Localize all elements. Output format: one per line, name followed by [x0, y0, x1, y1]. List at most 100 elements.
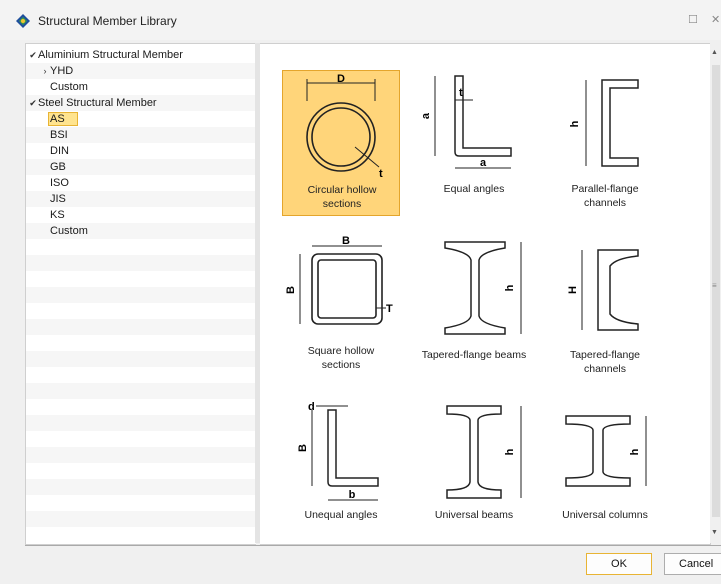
section-caption: channels	[583, 197, 627, 209]
tree-row-empty	[26, 383, 256, 399]
tree-item[interactable]: GB	[26, 159, 256, 175]
dim-label: h	[504, 284, 516, 291]
dim-label: a	[480, 157, 487, 169]
window-title: Structural Member Library	[38, 14, 177, 28]
tree-item-label: JIS	[50, 193, 66, 205]
vertical-scrollbar[interactable]: ▲ ≡ ▼	[710, 43, 721, 543]
section-caption: channels	[583, 363, 627, 375]
dim-label: B	[285, 286, 297, 294]
section-caption: Tapered-flange	[569, 349, 641, 361]
dim-label: d	[308, 401, 315, 413]
tree-item[interactable]: DIN	[26, 143, 256, 159]
section-tile-equal-angles[interactable]: a t a Equal angles	[415, 70, 533, 216]
tree-selection-highlight: AS	[48, 112, 78, 126]
tree-row-empty	[26, 511, 256, 527]
dim-label: D	[337, 73, 345, 85]
tree-row-empty	[26, 527, 256, 543]
dim-label: t	[379, 168, 383, 180]
scroll-grip-icon: ≡	[712, 281, 717, 290]
restore-button[interactable]: ☐	[688, 13, 698, 26]
tree-row-empty	[26, 367, 256, 383]
close-button[interactable]: ✕	[711, 13, 720, 26]
tree-item[interactable]: ✔ Steel Structural Member	[26, 95, 256, 111]
tree-item[interactable]: ISO	[26, 175, 256, 191]
chevron-right-icon[interactable]: ›	[40, 63, 50, 79]
scroll-thumb[interactable]	[712, 65, 720, 517]
tree-row-empty	[26, 287, 256, 303]
section-tile-circular-hollow[interactable]: D t Circular hollow sections	[282, 70, 400, 216]
tree-row-empty	[26, 319, 256, 335]
dim-label: B	[342, 235, 350, 247]
section-caption: Square hollow	[307, 345, 375, 357]
tree-row-empty	[26, 351, 256, 367]
tree-item-label: GB	[50, 161, 66, 173]
section-tile-square-hollow[interactable]: B B T Square hollow sections	[282, 232, 400, 378]
dim-label: T	[386, 303, 393, 315]
tree-row-empty	[26, 303, 256, 319]
tree-item[interactable]: AS	[26, 111, 256, 127]
tree-row-empty	[26, 239, 256, 255]
tree-item-label: YHD	[50, 65, 74, 77]
tree-row-empty	[26, 463, 256, 479]
section-tile-unequal-angles[interactable]: d B b Unequal angles	[282, 396, 400, 542]
tree-item-label: Steel Structural Member	[38, 97, 157, 109]
tree-row-empty	[26, 255, 256, 271]
tree-row-empty	[26, 415, 256, 431]
footer-divider	[25, 545, 721, 546]
tree-item-label: KS	[50, 209, 65, 221]
tree-item-label: AS	[48, 111, 78, 127]
section-tile-universal-columns[interactable]: h Universal columns	[546, 396, 664, 542]
dim-label: h	[569, 120, 581, 127]
tree-item[interactable]: Custom	[26, 79, 256, 95]
tree-row-empty	[26, 479, 256, 495]
chevron-down-icon[interactable]: ✔	[28, 95, 38, 111]
scroll-up-icon[interactable]: ▲	[711, 49, 718, 56]
dim-label: H	[567, 286, 579, 294]
section-caption: Equal angles	[443, 183, 505, 195]
dim-label: b	[349, 489, 356, 501]
section-tile-tapered-channels[interactable]: H Tapered-flange channels	[546, 232, 664, 378]
tree-item-label: BSI	[50, 129, 68, 141]
tree-item[interactable]: Custom	[26, 223, 256, 239]
section-caption: Unequal angles	[304, 509, 378, 521]
section-caption: Universal columns	[562, 509, 648, 521]
tree-item[interactable]: ✔ Aluminium Structural Member	[26, 47, 256, 63]
tree-item[interactable]: JIS	[26, 191, 256, 207]
section-caption: sections	[322, 198, 362, 210]
dim-label: a	[420, 112, 432, 119]
tree-row-empty	[26, 271, 256, 287]
chevron-down-icon[interactable]: ✔	[28, 47, 38, 63]
tree-item-label: Custom	[50, 225, 88, 237]
tree-item-label: ISO	[50, 177, 69, 189]
section-tile-parallel-flange[interactable]: h Parallel-flange channels	[546, 70, 664, 216]
tree-item-label: Aluminium Structural Member	[38, 49, 183, 61]
section-tile-universal-beams[interactable]: h Universal beams	[415, 396, 533, 542]
dim-label: B	[297, 444, 309, 452]
section-caption: Circular hollow	[307, 184, 377, 196]
dim-label: h	[504, 448, 516, 455]
ok-button[interactable]: OK	[586, 553, 652, 575]
tree-item-label: DIN	[50, 145, 69, 157]
dim-label: h	[629, 448, 641, 455]
tree-row-empty	[26, 447, 256, 463]
tree-item-label: Custom	[50, 81, 88, 93]
section-caption: Universal beams	[434, 509, 514, 521]
tree-row-empty	[26, 399, 256, 415]
title-bar: Structural Member Library ☐ ✕	[0, 0, 721, 40]
cancel-button[interactable]: Cancel	[664, 553, 721, 575]
tree-row-empty	[26, 431, 256, 447]
section-grid: D t Circular hollow sections a t a Equal…	[260, 43, 711, 545]
scroll-down-icon[interactable]: ▼	[711, 529, 718, 536]
section-tile-tapered-beams[interactable]: h Tapered-flange beams	[415, 232, 533, 378]
tree-item[interactable]: BSI	[26, 127, 256, 143]
dim-label: t	[459, 87, 463, 99]
tree-row-empty	[26, 335, 256, 351]
library-tree[interactable]: ✔ Aluminium Structural Member › YHD Custom ✔ S…	[25, 43, 256, 545]
tree-item[interactable]: › YHD	[26, 63, 256, 79]
section-caption: Tapered-flange beams	[421, 349, 527, 361]
section-caption: Parallel-flange	[571, 183, 639, 195]
tree-item[interactable]: KS	[26, 207, 256, 223]
section-caption: sections	[321, 359, 361, 371]
app-logo-icon	[16, 14, 30, 28]
tree-row-empty	[26, 495, 256, 511]
